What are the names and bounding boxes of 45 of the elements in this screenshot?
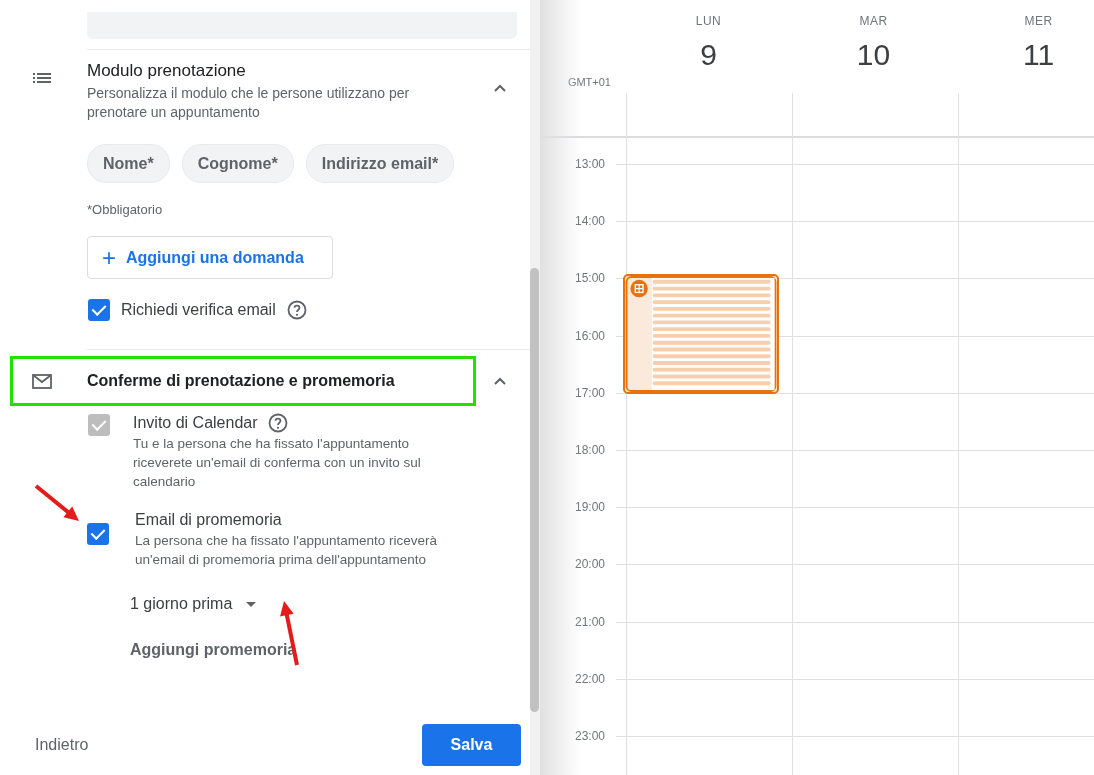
appointment-event[interactable] bbox=[623, 274, 779, 394]
section-description: Personalizza il modulo che le persone utilizzano per prenotare un appuntamento bbox=[87, 84, 411, 122]
save-button[interactable]: Salva bbox=[422, 724, 521, 766]
envelope-icon bbox=[31, 373, 52, 389]
hour-label: 20:00 bbox=[573, 557, 606, 572]
date-number[interactable]: 9 bbox=[700, 38, 717, 72]
collapse-icon[interactable] bbox=[492, 82, 508, 94]
reminder-dropdown[interactable]: 1 giorno prima bbox=[130, 595, 257, 613]
timezone-label: GMT+01 bbox=[567, 76, 611, 88]
list-icon bbox=[32, 72, 51, 84]
hour-label: 17:00 bbox=[573, 385, 606, 400]
section-title: Modulo prenotazione bbox=[87, 60, 247, 82]
weekday-label: MAR bbox=[859, 14, 888, 28]
hour-label: 22:00 bbox=[573, 671, 606, 686]
caret-icon bbox=[246, 601, 257, 607]
back-button[interactable]: Indietro bbox=[35, 736, 89, 754]
date-number[interactable]: 11 bbox=[1022, 38, 1055, 72]
hour-label: 19:00 bbox=[573, 500, 606, 515]
hour-label: 14:00 bbox=[573, 214, 606, 229]
hour-label: 23:00 bbox=[573, 728, 606, 743]
hour-label: 21:00 bbox=[573, 614, 606, 629]
checkbox[interactable] bbox=[87, 523, 109, 545]
form-field-chip: Nome* bbox=[87, 144, 170, 183]
section-title: Conferme di prenotazione e promemoria bbox=[87, 371, 396, 391]
help-icon[interactable] bbox=[286, 300, 307, 320]
scrollbar[interactable] bbox=[530, 0, 540, 775]
collapse-icon[interactable] bbox=[492, 375, 508, 387]
weekday-label: MER bbox=[1024, 14, 1053, 28]
hour-label: 18:00 bbox=[573, 442, 606, 457]
option-description: Tu e la persona che ha fissato l'appuntamento riceverete un'email di conferma con un invito sul calendario bbox=[133, 435, 422, 491]
checkbox[interactable] bbox=[88, 299, 110, 321]
hour-label: 15:00 bbox=[573, 271, 606, 286]
weekday-label: LUN bbox=[695, 14, 722, 28]
date-number[interactable]: 10 bbox=[856, 38, 891, 72]
option-title: Invito di Calendar bbox=[133, 413, 258, 433]
option-description: La persona che ha fissato l'appuntamento riceverà un'email di promemoria prima dell'appuntamento bbox=[135, 532, 439, 569]
hour-label: 16:00 bbox=[573, 328, 606, 343]
scrollbar-thumb[interactable] bbox=[530, 268, 539, 712]
add-question-button[interactable]: + Aggiungi una domanda bbox=[87, 236, 333, 279]
required-note: *Obbligatorio bbox=[87, 202, 164, 217]
checkbox-label: Richiedi verifica email bbox=[121, 301, 276, 319]
form-field-chip: Cognome* bbox=[181, 144, 294, 183]
option-title: Email di promemoria bbox=[135, 510, 282, 530]
hour-label: 13:00 bbox=[573, 157, 606, 171]
form-field-chip: Indirizzo email* bbox=[305, 144, 455, 183]
